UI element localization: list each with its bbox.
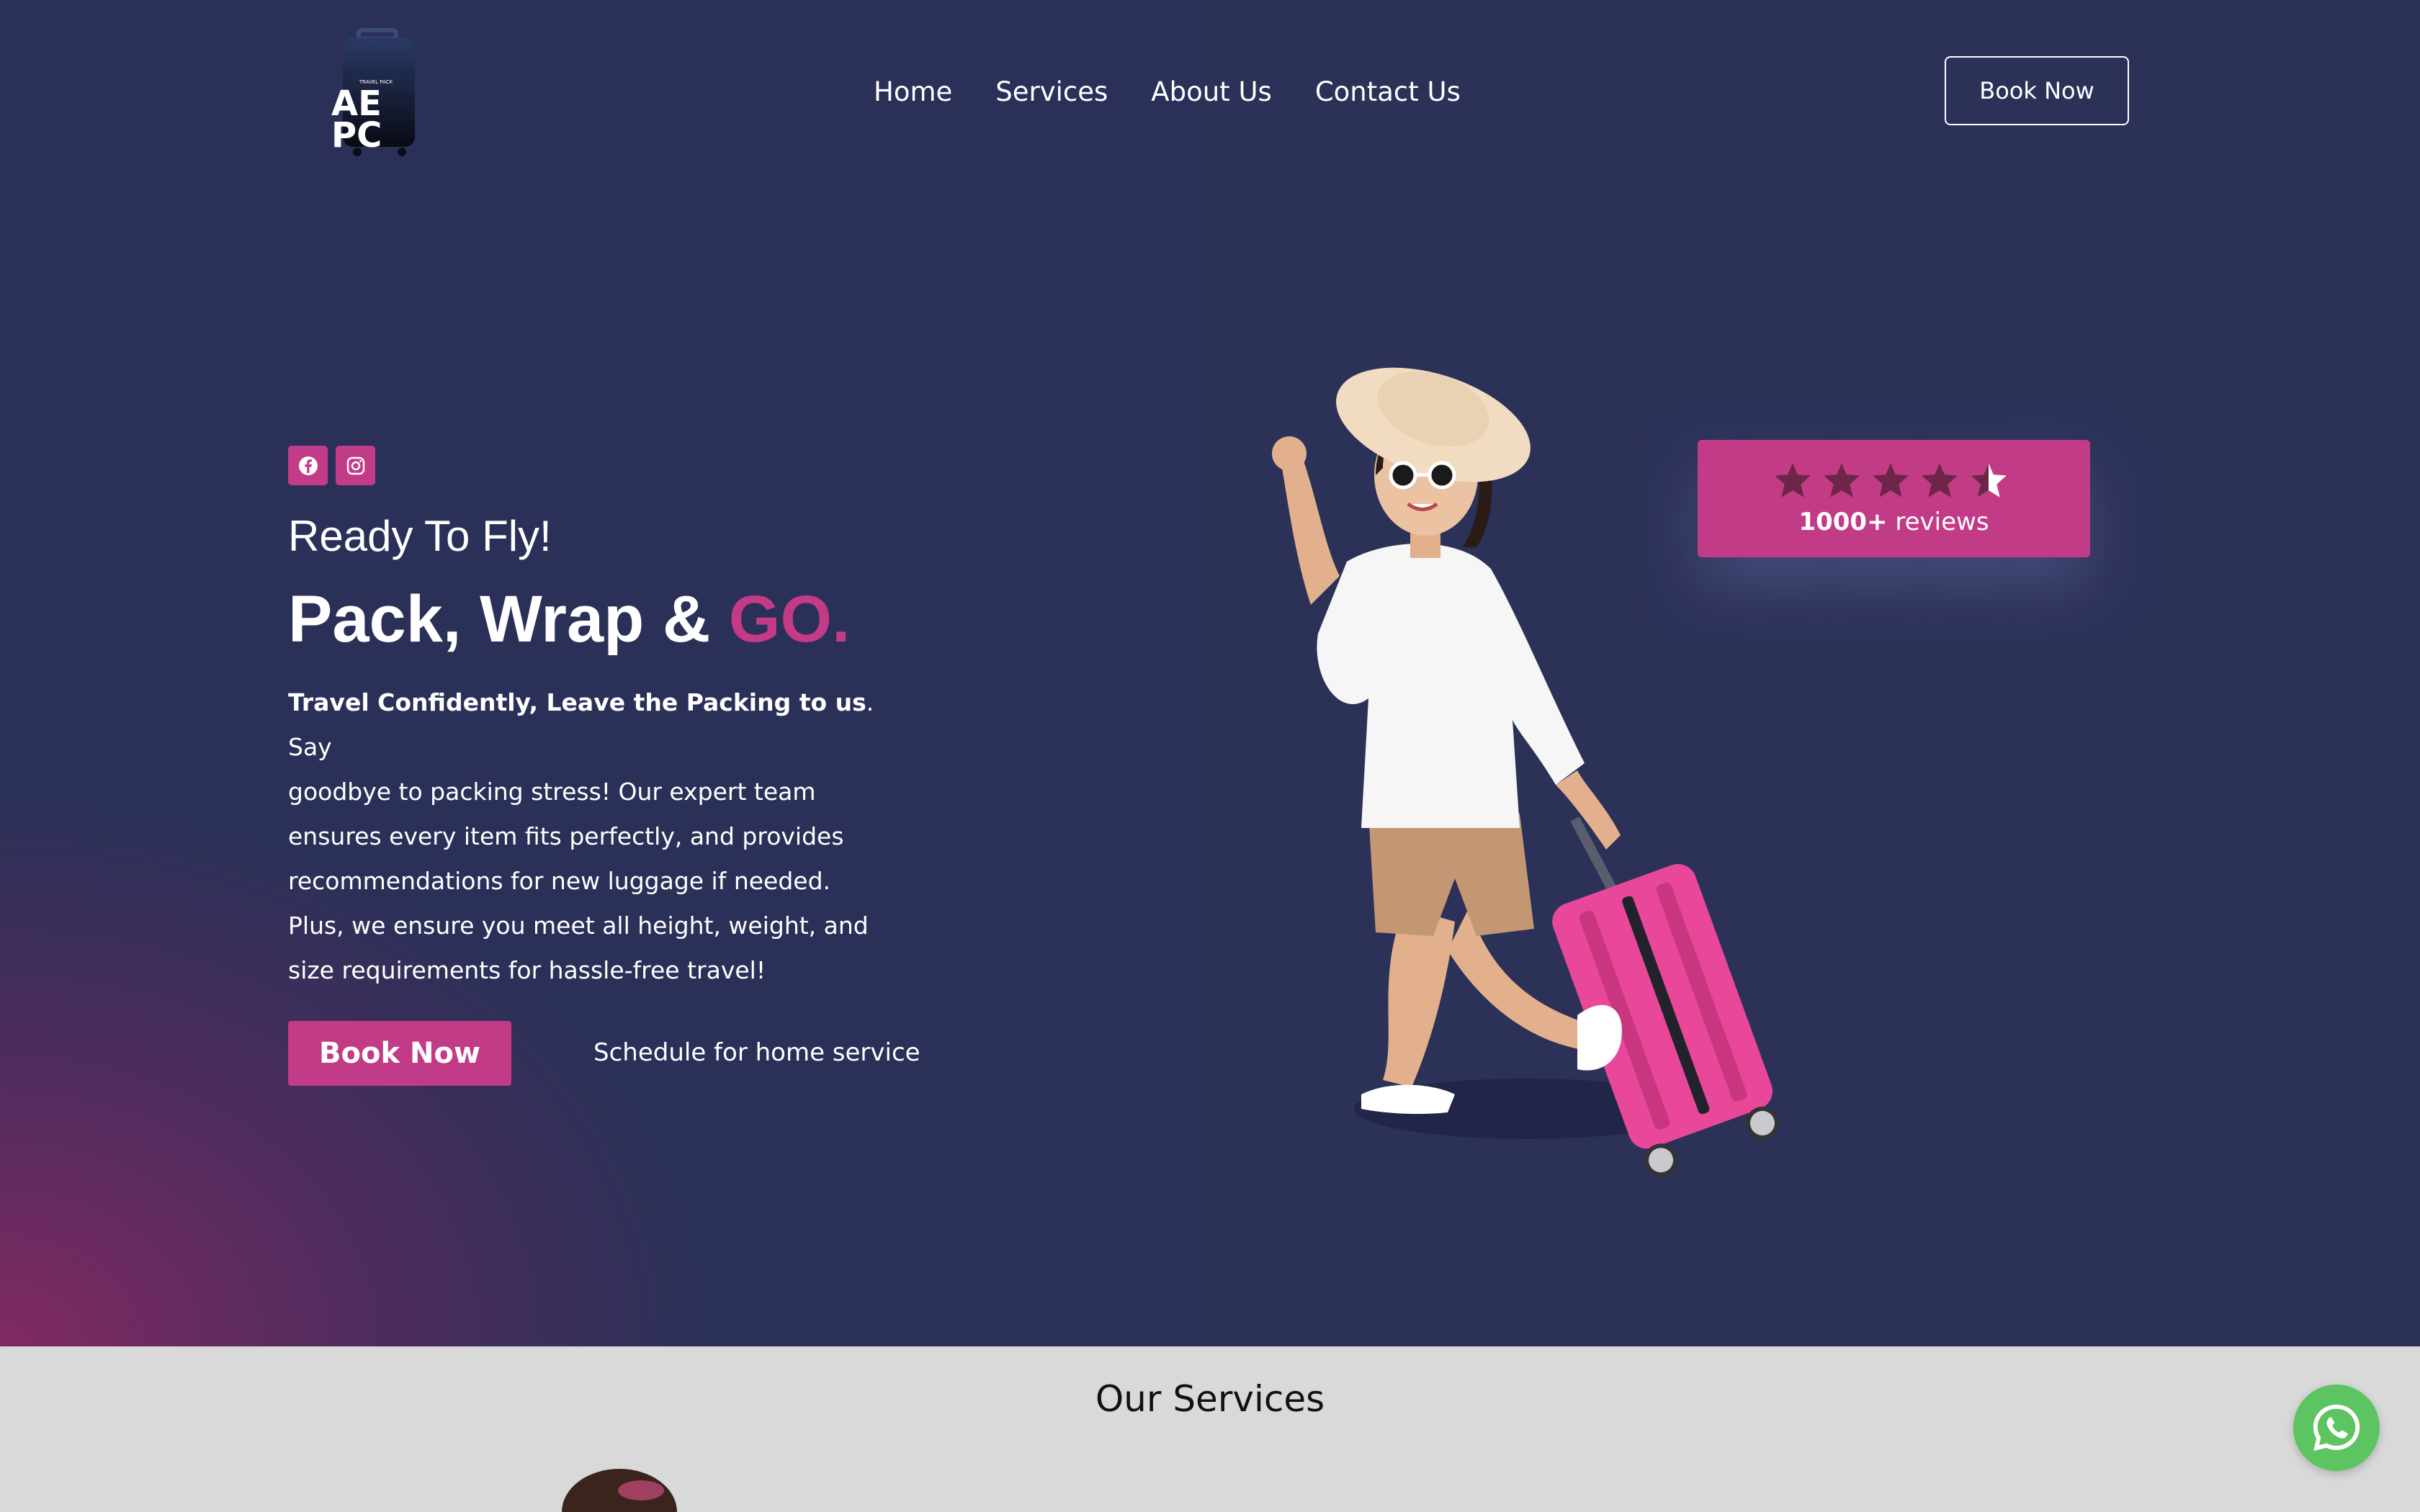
desc-bold: Travel Confidently, Leave the Packing to… (288, 688, 866, 716)
hero-left-panel (0, 0, 1192, 1346)
logo-text-pc: PC (331, 115, 382, 156)
header-book-now-button[interactable]: Book Now (1945, 56, 2129, 125)
facebook-icon (298, 456, 318, 475)
hero-tagline: Ready To Fly! (288, 512, 552, 560)
facebook-link[interactable] (288, 446, 328, 485)
reviews-number: 1000+ (1798, 508, 1888, 536)
shirt (1317, 544, 1585, 828)
hero-section: TRAVEL PACK AE PC Home Services About Us… (0, 0, 2420, 1346)
headline-main: Pack, Wrap & (288, 582, 729, 656)
services-title: Our Services (1095, 1378, 1325, 1420)
nav-services[interactable]: Services (995, 72, 1108, 112)
star-icon (1873, 463, 1909, 498)
instagram-link[interactable] (336, 446, 375, 485)
shorts (1368, 814, 1534, 936)
hero-book-now-button[interactable]: Book Now (288, 1021, 511, 1086)
services-section: Our Services (0, 1346, 2420, 1512)
star-icon (1824, 463, 1860, 498)
hero-description: Travel Confidently, Leave the Packing to… (288, 680, 922, 993)
aepc-logo[interactable]: TRAVEL PACK AE PC (324, 26, 432, 159)
nav-about-us[interactable]: About Us (1151, 72, 1272, 112)
arm-raised (1282, 461, 1340, 605)
desc-line: goodbye to packing stress! Our expert te… (288, 778, 816, 806)
schedule-home-service-link[interactable]: Schedule for home service (593, 1034, 920, 1071)
instagram-icon (346, 456, 364, 474)
nav-contact-us[interactable]: Contact Us (1315, 72, 1461, 112)
desc-line: size requirements for hassle-free travel… (288, 956, 766, 984)
nav-home[interactable]: Home (874, 72, 952, 112)
fist (1272, 436, 1307, 471)
star-icon (1775, 463, 1811, 498)
headline-accent: GO. (728, 582, 851, 656)
desc-line: ensures every item fits perfectly, and p… (288, 822, 844, 850)
whatsapp-icon (2313, 1404, 2360, 1452)
service-image-peek (562, 1469, 677, 1512)
rating-stars (1773, 462, 2008, 499)
desc-line: recommendations for new luggage if neede… (288, 867, 831, 895)
main-nav: Home Services About Us Contact Us (874, 72, 1461, 112)
reviews-count: 1000+ reviews (1698, 506, 2090, 538)
desc-line-intro: Travel Confidently, Leave the Packing to… (288, 680, 922, 725)
desc-line: Plus, we ensure you meet all height, wei… (288, 912, 869, 940)
reviews-label: reviews (1887, 508, 1989, 536)
social-links (288, 446, 375, 485)
star-icon (1922, 463, 1958, 498)
desc-line: Say (288, 733, 332, 761)
desc-period: . (866, 688, 874, 716)
reviews-card: 1000+ reviews (1698, 440, 2090, 557)
whatsapp-chat-button[interactable] (2293, 1385, 2380, 1471)
half-star-icon (1971, 463, 2007, 498)
smile (1407, 502, 1438, 511)
hero-headline: Pack, Wrap & GO. (288, 576, 851, 662)
shoe-back (1361, 1084, 1455, 1115)
